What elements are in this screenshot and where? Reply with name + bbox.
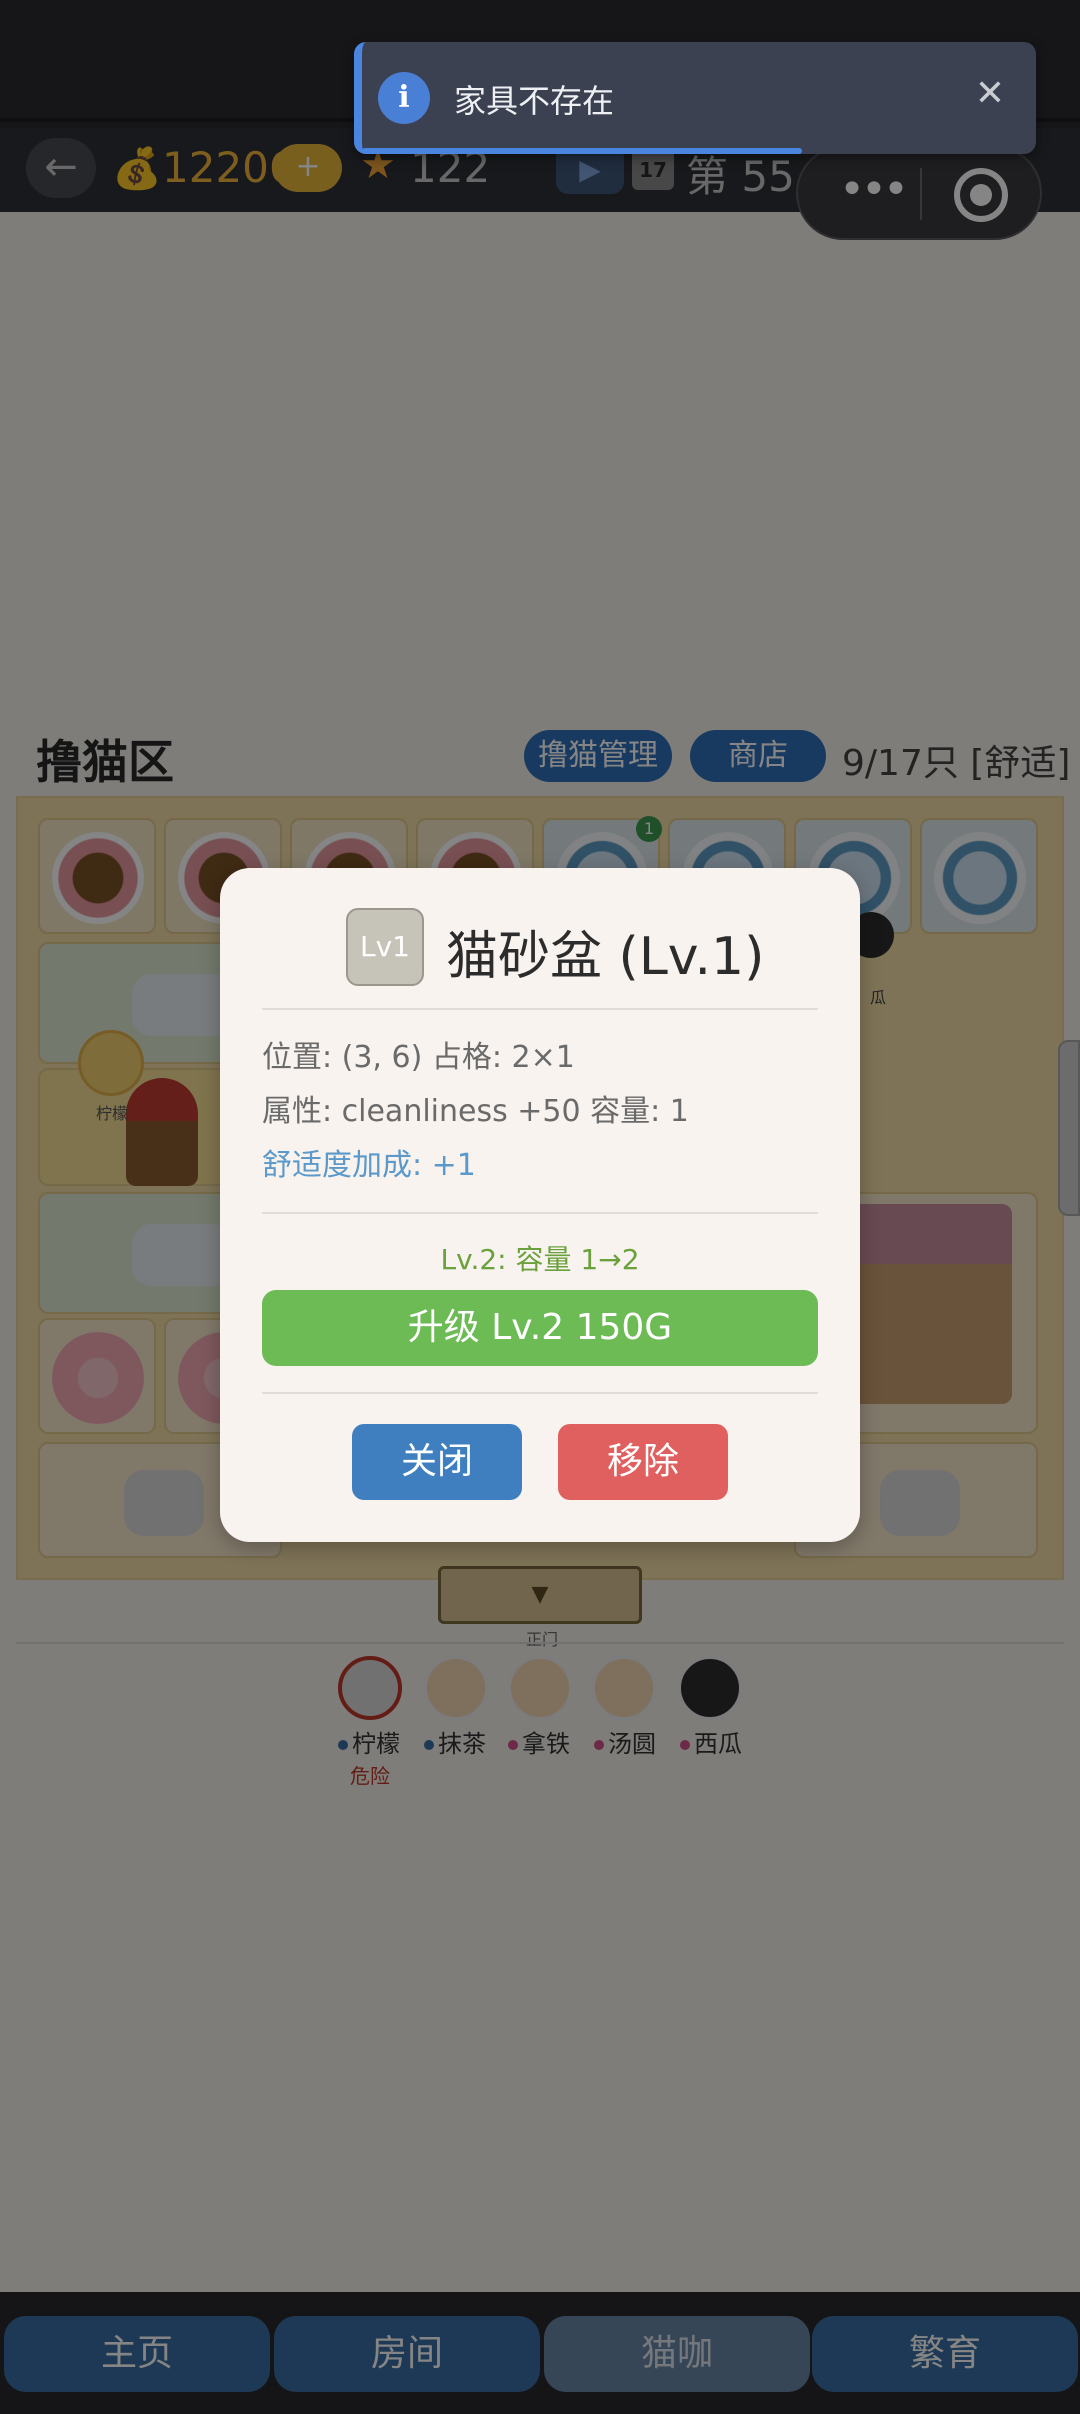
- dialog-divider: [262, 1008, 818, 1010]
- dialog-divider: [262, 1392, 818, 1394]
- position-info: 位置: (3, 6) 占格: 2×1: [262, 1040, 575, 1075]
- dialog-divider: [262, 1212, 818, 1214]
- attribute-info: 属性: cleanliness +50 容量: 1: [262, 1094, 689, 1129]
- close-icon[interactable]: ✕: [966, 70, 1014, 118]
- dialog-title: 猫砂盆 (Lv.1): [446, 927, 765, 987]
- upgrade-button[interactable]: 升级 Lv.2 150G: [262, 1290, 818, 1366]
- comfort-bonus: 舒适度加成: +1: [262, 1148, 476, 1183]
- level-badge: Lv1: [346, 908, 424, 986]
- remove-button[interactable]: 移除: [558, 1424, 728, 1500]
- info-icon: i: [378, 72, 430, 124]
- furniture-detail-dialog: Lv1 猫砂盆 (Lv.1) 位置: (3, 6) 占格: 2×1 属性: cl…: [220, 868, 860, 1542]
- error-toast: i 家具不存在 ✕: [354, 42, 1036, 154]
- toast-message: 家具不存在: [454, 82, 615, 120]
- upgrade-hint: Lv.2: 容量 1→2: [440, 1243, 640, 1276]
- toast-timer-bar: [362, 148, 802, 154]
- close-button[interactable]: 关闭: [352, 1424, 522, 1500]
